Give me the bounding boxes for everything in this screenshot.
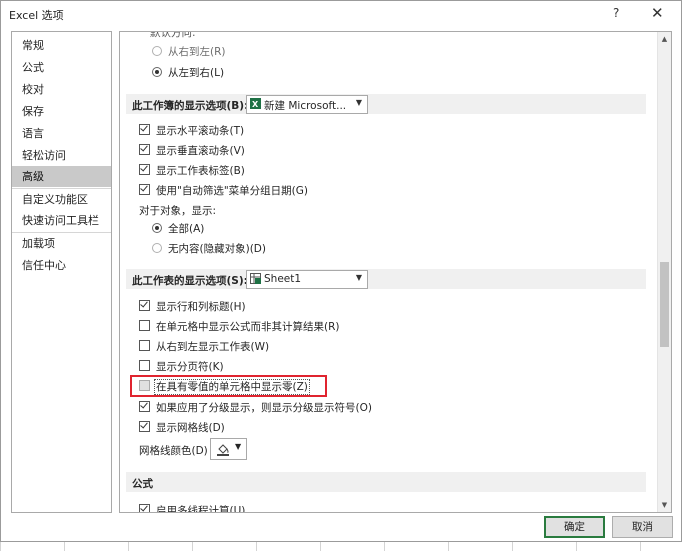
nav-item-language[interactable]: 语言	[12, 123, 111, 144]
radio-icon[interactable]	[152, 223, 162, 233]
direction-ltr-label: 从左到右(L)	[168, 67, 225, 79]
nav-item-proofing[interactable]: 校对	[12, 79, 111, 100]
option-show-headers[interactable]: 显示行和列标题(H)	[139, 299, 246, 314]
checkbox-icon[interactable]	[139, 300, 150, 311]
nav-item-formulas[interactable]: 公式	[12, 57, 111, 78]
option-outline-symbols[interactable]: 如果应用了分级显示，则显示分级显示符号(O)	[139, 400, 372, 415]
option-show-gridlines[interactable]: 显示网格线(D)	[139, 420, 225, 435]
option-label: 显示水平滚动条(T)	[156, 125, 245, 137]
excel-options-dialog: Excel 选项 ? ✕ 常规 公式 校对 保存 语言 轻松访问 高级 自定义功…	[0, 0, 682, 542]
scrollbar-thumb[interactable]	[660, 262, 669, 347]
options-nav: 常规 公式 校对 保存 语言 轻松访问 高级 自定义功能区 快速访问工具栏 加载…	[11, 31, 112, 513]
clipped-heading: 默认方向:	[150, 31, 196, 39]
nav-item-advanced[interactable]: 高级	[12, 166, 111, 187]
option-show-h-scrollbar[interactable]: 显示水平滚动条(T)	[139, 123, 244, 138]
worksheet-select[interactable]: Sheet1 ▼	[246, 270, 368, 289]
nav-item-general[interactable]: 常规	[12, 35, 111, 56]
checkbox-icon[interactable]	[139, 340, 150, 351]
option-page-breaks[interactable]: 显示分页符(K)	[139, 359, 224, 374]
svg-text:X: X	[252, 100, 259, 109]
checkbox-icon[interactable]	[139, 401, 150, 412]
window-title: Excel 选项	[9, 9, 64, 22]
option-rtl-sheet[interactable]: 从右到左显示工作表(W)	[139, 339, 269, 354]
nav-item-add-ins[interactable]: 加载项	[12, 233, 111, 254]
paint-bucket-icon	[217, 444, 229, 456]
option-label: 显示行和列标题(H)	[156, 301, 246, 313]
nav-item-quick-access-toolbar[interactable]: 快速访问工具栏	[12, 210, 111, 231]
checkbox-icon[interactable]	[139, 380, 150, 391]
scroll-up-arrow-icon[interactable]: ▲	[658, 32, 671, 46]
option-group-dates-autofilter[interactable]: 使用"自动筛选"菜单分组日期(G)	[139, 183, 308, 198]
option-show-v-scrollbar[interactable]: 显示垂直滚动条(V)	[139, 143, 245, 158]
worksheet-section-title: 此工作表的显示选项(S):	[132, 275, 248, 287]
checkbox-icon[interactable]	[139, 360, 150, 371]
option-label: 在单元格中显示公式而非其计算结果(R)	[156, 321, 340, 333]
gridline-color-label: 网格线颜色(D)	[139, 445, 208, 457]
option-label: 显示分页符(K)	[156, 361, 224, 373]
option-multithreaded-calc[interactable]: 启用多线程计算(U)	[139, 503, 246, 513]
workbook-section-title: 此工作簿的显示选项(B):	[132, 100, 249, 112]
chevron-down-icon: ▼	[355, 98, 362, 107]
radio-icon[interactable]	[152, 243, 162, 253]
direction-rtl-option[interactable]: 从右到左(R)	[152, 44, 226, 59]
checkbox-icon[interactable]	[139, 144, 150, 155]
workbook-select-value: 新建 Microsoft...	[264, 100, 347, 112]
checkbox-icon[interactable]	[139, 184, 150, 195]
chevron-down-icon: ▼	[235, 442, 242, 451]
workbook-select[interactable]: X 新建 Microsoft... ▼	[246, 95, 368, 114]
direction-ltr-option[interactable]: 从左到右(L)	[152, 65, 224, 80]
chevron-down-icon: ▼	[355, 273, 362, 282]
option-label: 如果应用了分级显示，则显示分级显示符号(O)	[156, 402, 372, 414]
nav-item-accessibility[interactable]: 轻松访问	[12, 145, 111, 166]
option-show-zero-values[interactable]: 在具有零值的单元格中显示零(Z)	[139, 379, 310, 395]
checkbox-icon[interactable]	[139, 124, 150, 135]
workbook-display-section: 此工作簿的显示选项(B): X 新建 Microsoft... ▼	[126, 94, 646, 114]
help-button[interactable]: ?	[613, 6, 619, 20]
direction-rtl-label: 从右到左(R)	[168, 46, 226, 58]
option-label: 无内容(隐藏对象)(D)	[168, 243, 266, 255]
excel-file-icon: X	[250, 98, 261, 109]
objects-display-label: 对于对象，显示:	[139, 205, 217, 217]
radio-icon[interactable]	[152, 67, 162, 77]
vertical-scrollbar[interactable]: ▲ ▼	[657, 32, 671, 512]
formula-section-title: 公式	[132, 478, 153, 490]
option-show-formulas[interactable]: 在单元格中显示公式而非其计算结果(R)	[139, 319, 340, 334]
nav-item-customize-ribbon[interactable]: 自定义功能区	[12, 189, 111, 210]
worksheet-display-section: 此工作表的显示选项(S): Sheet1 ▼	[126, 269, 646, 289]
option-label: 从右到左显示工作表(W)	[156, 341, 270, 353]
cancel-button[interactable]: 取消	[612, 516, 673, 538]
gridline-color-picker[interactable]: ▼	[210, 438, 247, 460]
option-label: 在具有零值的单元格中显示零(Z)	[154, 379, 310, 395]
worksheet-icon	[250, 273, 261, 284]
formula-section: 公式	[126, 472, 646, 492]
radio-icon[interactable]	[152, 46, 162, 56]
option-label: 显示工作表标签(B)	[156, 165, 245, 177]
option-label: 全部(A)	[168, 223, 205, 235]
objects-none-option[interactable]: 无内容(隐藏对象)(D)	[152, 241, 266, 256]
close-button[interactable]: ✕	[651, 4, 664, 22]
option-label: 显示网格线(D)	[156, 422, 225, 434]
advanced-options-panel: 默认方向: 从右到左(R) 从左到右(L) 此工作簿的显示选项(B): X 新建…	[119, 31, 672, 513]
title-bar: Excel 选项 ? ✕	[1, 1, 681, 27]
checkbox-icon[interactable]	[139, 164, 150, 175]
nav-item-save[interactable]: 保存	[12, 101, 111, 122]
worksheet-select-value: Sheet1	[264, 273, 302, 285]
option-label: 显示垂直滚动条(V)	[156, 145, 245, 157]
option-label: 使用"自动筛选"菜单分组日期(G)	[156, 185, 308, 197]
checkbox-icon[interactable]	[139, 320, 150, 331]
scroll-down-arrow-icon[interactable]: ▼	[658, 498, 671, 512]
ok-button[interactable]: 确定	[544, 516, 605, 538]
checkbox-icon[interactable]	[139, 421, 150, 432]
checkbox-icon[interactable]	[139, 504, 150, 512]
nav-item-trust-center[interactable]: 信任中心	[12, 255, 111, 276]
objects-all-option[interactable]: 全部(A)	[152, 221, 204, 236]
option-label: 启用多线程计算(U)	[156, 505, 246, 513]
option-show-sheet-tabs[interactable]: 显示工作表标签(B)	[139, 163, 245, 178]
